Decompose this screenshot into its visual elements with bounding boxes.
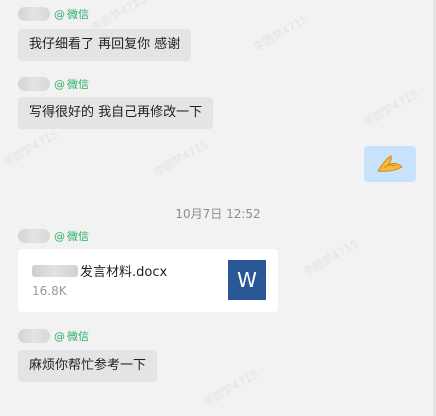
sender-name-redacted bbox=[18, 77, 50, 91]
file-name-row: 发言材料.docx bbox=[32, 261, 167, 280]
sender-at-sign: @ bbox=[54, 329, 65, 343]
sender-at-sign: @ bbox=[54, 7, 65, 21]
sender-name-redacted bbox=[18, 329, 50, 343]
watermark: 李圆梦4715 bbox=[1, 127, 61, 170]
sender-platform: 微信 bbox=[67, 230, 89, 243]
sender-name: @ 微信 bbox=[18, 5, 89, 23]
sender-name-redacted bbox=[18, 7, 50, 21]
sender-name-redacted bbox=[18, 229, 50, 243]
chat-area: 李圆梦4715 李圆梦4715 李圆梦4715 李圆梦4715 李圆梦4715 … bbox=[0, 0, 436, 416]
sender-at-sign: @ bbox=[54, 77, 65, 91]
sender-name: @ 微信 bbox=[18, 75, 89, 93]
file-name: 发言材料.docx bbox=[80, 265, 168, 280]
message-bubble[interactable]: 我仔细看了 再回复你 感谢 bbox=[18, 29, 192, 61]
sender-platform: 微信 bbox=[67, 330, 89, 343]
outgoing-emoji-bubble[interactable] bbox=[364, 146, 416, 182]
sender-platform: 微信 bbox=[67, 8, 89, 21]
message-bubble[interactable]: 写得很好的 我自己再修改一下 bbox=[18, 97, 214, 129]
clasping-hands-icon bbox=[377, 155, 403, 172]
timestamp: 10月7日 12:52 bbox=[175, 207, 261, 221]
sender-name: @ 微信 bbox=[18, 327, 89, 345]
file-size: 16.8K bbox=[32, 284, 67, 298]
watermark: 李圆梦4715 bbox=[301, 237, 361, 280]
sender-at-sign: @ bbox=[54, 229, 65, 243]
file-card[interactable]: 发言材料.docx 16.8K W bbox=[18, 249, 278, 312]
sender-name: @ 微信 bbox=[18, 227, 89, 245]
watermark: 李圆梦4715 bbox=[251, 12, 311, 55]
file-name-redacted bbox=[32, 264, 78, 277]
sender-platform: 微信 bbox=[67, 78, 89, 91]
message-bubble[interactable]: 麻烦你帮忙参考一下 bbox=[18, 350, 158, 382]
watermark: 李圆梦4715 bbox=[201, 367, 261, 410]
watermark: 李圆梦4715 bbox=[361, 87, 421, 130]
word-document-icon: W bbox=[228, 260, 266, 300]
watermark: 李圆梦4715 bbox=[151, 137, 211, 180]
